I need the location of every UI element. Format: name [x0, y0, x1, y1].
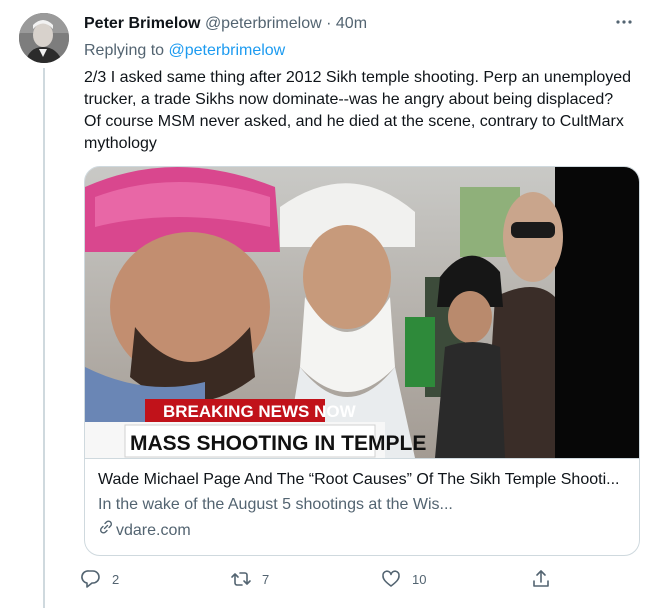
- replying-to: Replying to @peterbrimelow: [84, 40, 285, 62]
- author-name[interactable]: Peter Brimelow: [84, 15, 200, 32]
- link-icon: [98, 519, 114, 542]
- heart-icon: [380, 568, 402, 590]
- card-domain: vdare.com: [98, 519, 628, 542]
- reply-button[interactable]: 2: [80, 568, 119, 590]
- thread-line: [43, 68, 45, 608]
- card-description: In the wake of the August 5 shootings at…: [98, 496, 453, 513]
- breaking-news-caption: BREAKING NEWS NOW: [163, 402, 357, 421]
- tweet-time[interactable]: 40m: [336, 15, 367, 32]
- retweet-count: 7: [262, 571, 270, 587]
- card-image: BREAKING NEWS NOW MASS SHOOTING IN TEMPL…: [85, 167, 639, 458]
- retweet-button[interactable]: 7: [230, 568, 269, 590]
- card-info: Wade Michael Page And The “Root Causes” …: [85, 458, 639, 555]
- action-bar: 2 7 10: [80, 568, 560, 592]
- share-button[interactable]: [530, 568, 552, 590]
- avatar-photo: [19, 13, 69, 63]
- tweet-header: Peter Brimelow @peterbrimelow · 40m: [84, 14, 367, 34]
- card-domain-text: vdare.com: [116, 521, 191, 539]
- tweet-text: 2/3 I asked same thing after 2012 Sikh t…: [84, 69, 632, 152]
- avatar[interactable]: [19, 13, 69, 63]
- reply-icon: [80, 568, 102, 590]
- like-count: 10: [412, 571, 427, 587]
- separator-dot: ·: [326, 15, 332, 32]
- card-title: Wade Michael Page And The “Root Causes” …: [98, 471, 620, 488]
- like-button[interactable]: 10: [380, 568, 426, 590]
- retweet-icon: [230, 568, 252, 590]
- reply-count: 2: [112, 571, 120, 587]
- replying-mention[interactable]: @peterbrimelow: [169, 42, 286, 59]
- share-icon: [530, 568, 552, 590]
- mass-shooting-caption: MASS SHOOTING IN TEMPLE: [130, 432, 426, 455]
- more-icon[interactable]: [614, 12, 634, 37]
- news-photo: BREAKING NEWS NOW MASS SHOOTING IN TEMPL…: [85, 167, 639, 458]
- link-card[interactable]: BREAKING NEWS NOW MASS SHOOTING IN TEMPL…: [84, 166, 640, 556]
- author-handle[interactable]: @peterbrimelow: [205, 15, 322, 32]
- replying-label: Replying to: [84, 42, 165, 59]
